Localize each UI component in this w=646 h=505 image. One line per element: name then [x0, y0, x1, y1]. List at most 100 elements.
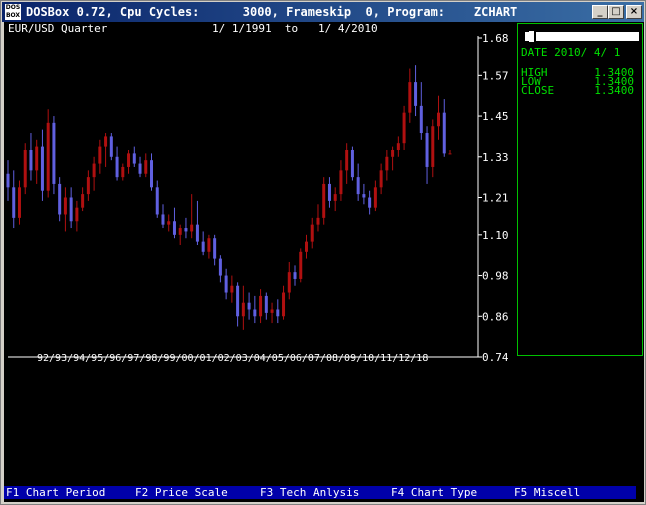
close-button[interactable]: × [626, 5, 642, 19]
candle-body [299, 251, 303, 279]
candle-body [195, 224, 199, 242]
candle-body [17, 187, 21, 218]
f1-chart-period[interactable]: F1 Chart Period [6, 486, 105, 499]
dos-screen[interactable]: EUR/USD Quarter 1/ 1/1991 to 1/ 4/2010 1… [4, 22, 644, 502]
candle-body [144, 160, 148, 174]
candle-body [52, 122, 56, 184]
candle-body [373, 187, 377, 208]
y-tick-label: 0.98 [482, 270, 509, 283]
candle-body [207, 238, 211, 252]
candle-body [402, 112, 406, 144]
candle-body [270, 309, 274, 313]
candle-body [316, 217, 320, 225]
candle-body [190, 224, 194, 232]
candle-body [448, 153, 452, 155]
candle-body [40, 146, 44, 191]
candle-body [322, 183, 326, 218]
candle-body [442, 112, 446, 154]
candle-body [121, 166, 125, 178]
candle-body [276, 309, 280, 317]
date-value: 2010/ 4/ 1 [554, 46, 621, 59]
candle-body [81, 194, 85, 208]
date-label: DATE [521, 46, 548, 59]
candle-body [178, 228, 182, 235]
candle-body [172, 221, 176, 235]
candle-body [213, 238, 217, 259]
close-label: CLOSE [521, 84, 555, 97]
candle-body [224, 275, 228, 293]
candlestick-chart[interactable]: 1.68 1.57 1.45 1.33 1.21 1.10 0.98 0.86 0.74 [4, 22, 516, 372]
candle-body [362, 194, 366, 198]
candle-body [339, 170, 343, 195]
candle-body [368, 197, 372, 208]
candle-body [253, 309, 257, 317]
info-panel: DATE 2010/ 4/ 1 HIGH 1.3400 LOW 1.3400 C… [517, 23, 643, 356]
y-tick-label: 1.68 [482, 32, 509, 45]
candle-body [310, 224, 314, 242]
dosbox-window: DOS BOX DOSBox 0.72, Cpu Cycles: 3000, F… [0, 0, 646, 505]
y-tick-label: 1.57 [482, 69, 509, 82]
candle-body [127, 153, 131, 167]
candle-body [356, 177, 360, 195]
candle-body [12, 187, 16, 218]
dosbox-app-icon[interactable]: DOS BOX [5, 4, 21, 20]
candle-body [138, 163, 142, 174]
candle-body [6, 173, 10, 188]
candle-body [201, 241, 205, 252]
minimize-icon: _ [597, 6, 603, 17]
y-tick-label: 1.10 [482, 229, 509, 242]
y-tick-label: 0.86 [482, 310, 509, 323]
maximize-icon: □ [611, 6, 621, 17]
y-tick-label: 0.74 [482, 351, 509, 364]
candle-body [425, 133, 429, 167]
scroll-bar[interactable] [525, 31, 639, 42]
candle-body [115, 156, 119, 178]
candle-body [408, 82, 412, 113]
candle-body [350, 149, 354, 178]
candle-body [63, 197, 67, 215]
minimize-button[interactable]: _ [592, 5, 608, 19]
candle-body [167, 221, 171, 225]
f3-tech-analysis[interactable]: F3 Tech Anlysis [260, 486, 359, 499]
candle-body [345, 149, 349, 171]
close-icon: × [629, 6, 639, 17]
candle-body [46, 122, 50, 191]
y-tick-label: 1.33 [482, 151, 509, 164]
candle-body [287, 272, 291, 293]
candle-body [333, 194, 337, 201]
candle-body [29, 149, 33, 171]
scroll-knob[interactable] [529, 31, 536, 42]
candle-body [104, 136, 108, 147]
candle-body [419, 105, 423, 134]
candle-body [236, 285, 240, 317]
candle-body [58, 183, 62, 215]
candle-body [241, 302, 245, 317]
f2-price-scale[interactable]: F2 Price Scale [135, 486, 228, 499]
title-bar[interactable]: DOS BOX DOSBox 0.72, Cpu Cycles: 3000, F… [2, 2, 644, 22]
date-readout: DATE 2010/ 4/ 1 [521, 46, 621, 59]
candle-body [86, 177, 90, 195]
candle-body [98, 146, 102, 164]
candle-body [230, 285, 234, 293]
f5-miscell[interactable]: F5 Miscell [514, 486, 580, 499]
x-axis-tick-labels: 92/93/94/95/96/97/98/99/00/01/02/03/04/0… [37, 353, 429, 364]
icon-text-bottom: BOX [5, 12, 21, 19]
candle-body [293, 272, 297, 279]
candle-body [150, 160, 154, 188]
candle-body [161, 214, 165, 225]
candle-body [92, 163, 96, 178]
candle-body [75, 207, 79, 222]
candle-body [391, 149, 395, 157]
close-value: 1.3400 [594, 84, 634, 97]
f4-chart-type[interactable]: F4 Chart Type [391, 486, 477, 499]
candle-body [35, 146, 39, 171]
candle-body [431, 126, 435, 167]
candle-body [304, 241, 308, 252]
candle-body [155, 187, 159, 215]
candle-body [69, 197, 73, 222]
y-tick-label: 1.21 [482, 192, 509, 205]
candle-body [379, 170, 383, 188]
candle-body [396, 143, 400, 150]
maximize-button[interactable]: □ [608, 5, 624, 19]
candle-body [414, 82, 418, 106]
